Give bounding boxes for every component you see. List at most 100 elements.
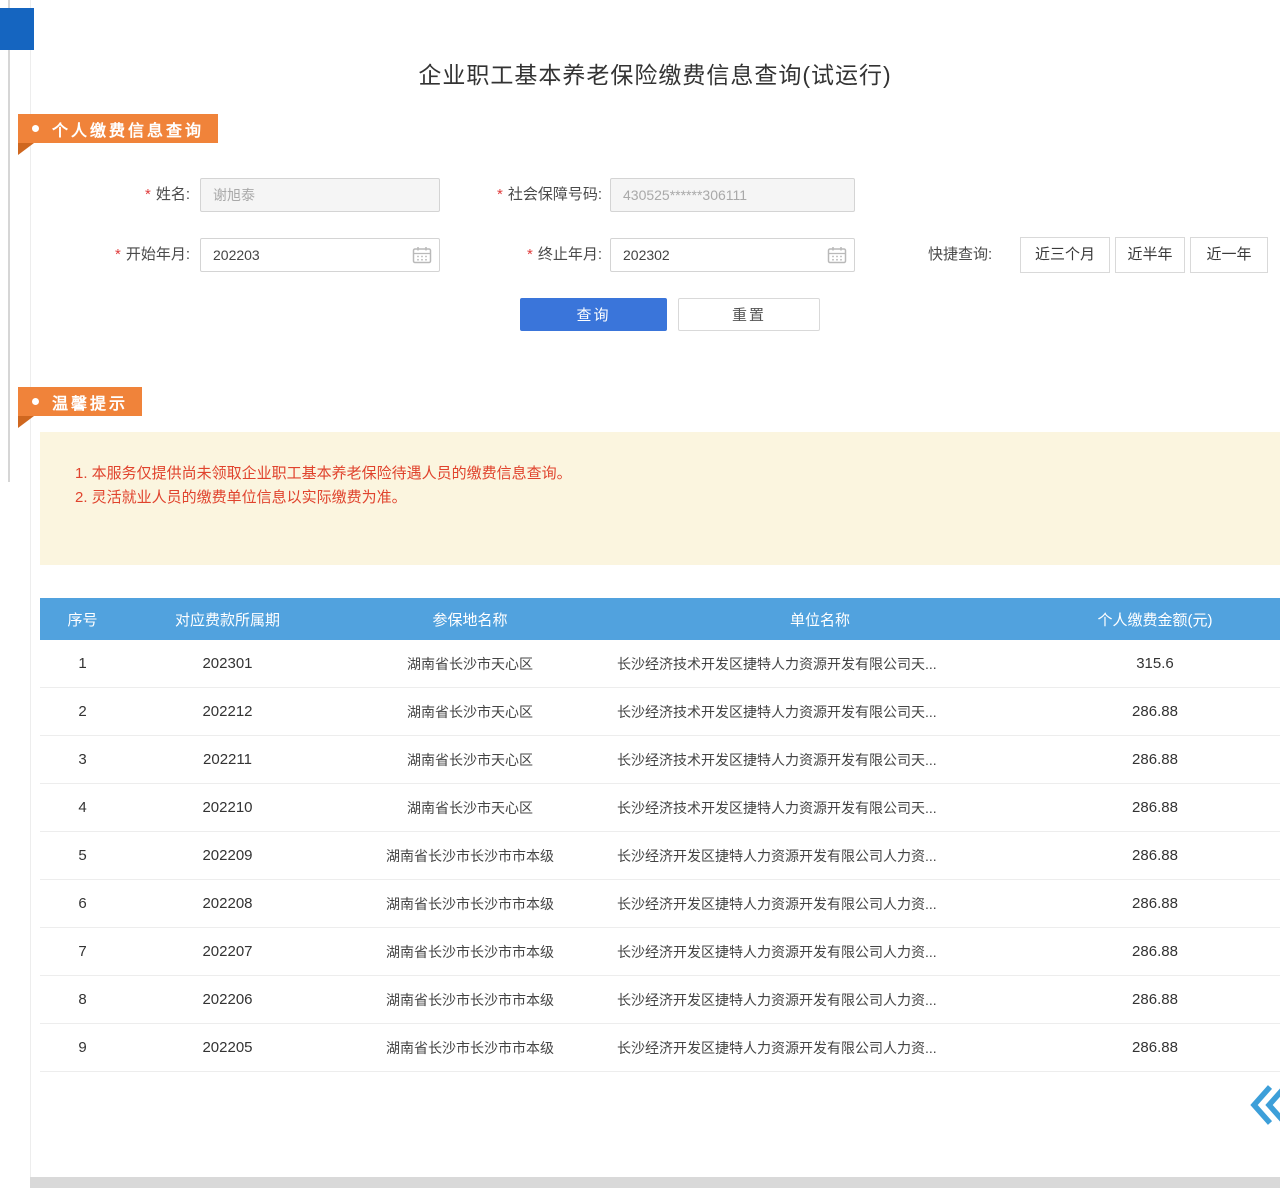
left-blue-tab bbox=[0, 8, 34, 50]
required-asterisk: * bbox=[497, 186, 503, 203]
start-month-input[interactable] bbox=[200, 238, 440, 272]
table-cell: 286.88 bbox=[1030, 847, 1280, 864]
start-month-label: *开始年月: bbox=[60, 238, 190, 272]
ssn-field bbox=[610, 178, 855, 212]
bottom-scroll-bar[interactable] bbox=[30, 1177, 1280, 1188]
table-cell: 长沙经济技术开发区捷特人力资源开发有限公司天... bbox=[610, 798, 1030, 818]
panel-left-border bbox=[30, 0, 31, 1188]
required-asterisk: * bbox=[115, 246, 121, 263]
table-row: 3202211湖南省长沙市天心区长沙经济技术开发区捷特人力资源开发有限公司天..… bbox=[40, 736, 1280, 784]
table-cell: 286.88 bbox=[1030, 1039, 1280, 1056]
calendar-icon[interactable] bbox=[827, 246, 847, 264]
table-cell: 湖南省长沙市天心区 bbox=[330, 750, 610, 770]
table-cell: 6 bbox=[40, 895, 125, 912]
quick-btn-last-3-months[interactable]: 近三个月 bbox=[1020, 237, 1110, 273]
table-cell: 长沙经济开发区捷特人力资源开发有限公司人力资... bbox=[610, 990, 1030, 1010]
table-cell: 2 bbox=[40, 703, 125, 720]
section-badge-personal-query: 个人缴费信息查询 bbox=[18, 114, 218, 143]
table-cell: 286.88 bbox=[1030, 751, 1280, 768]
ribbon-fold bbox=[18, 416, 34, 428]
table-cell: 202211 bbox=[125, 751, 330, 768]
table-cell: 湖南省长沙市天心区 bbox=[330, 702, 610, 722]
table-cell: 202208 bbox=[125, 895, 330, 912]
table-cell: 长沙经济开发区捷特人力资源开发有限公司人力资... bbox=[610, 942, 1030, 962]
name-label: *姓名: bbox=[60, 178, 190, 212]
notice-line-1: 1. 本服务仅提供尚未领取企业职工基本养老保险待遇人员的缴费信息查询。 bbox=[75, 462, 572, 486]
required-asterisk: * bbox=[145, 186, 151, 203]
calendar-icon[interactable] bbox=[412, 246, 432, 264]
table-cell: 长沙经济开发区捷特人力资源开发有限公司人力资... bbox=[610, 1038, 1030, 1058]
header-seq: 序号 bbox=[40, 609, 125, 630]
collapse-chevron-icon[interactable] bbox=[1248, 1082, 1280, 1128]
table-row: 5202209湖南省长沙市长沙市市本级长沙经济开发区捷特人力资源开发有限公司人力… bbox=[40, 832, 1280, 880]
table-cell: 湖南省长沙市长沙市市本级 bbox=[330, 894, 610, 914]
page-title: 企业职工基本养老保险缴费信息查询(试运行) bbox=[30, 56, 1280, 90]
header-region: 参保地名称 bbox=[330, 609, 610, 630]
table-cell: 286.88 bbox=[1030, 703, 1280, 720]
table-cell: 9 bbox=[40, 1039, 125, 1056]
table-cell: 长沙经济技术开发区捷特人力资源开发有限公司天... bbox=[610, 654, 1030, 674]
section-badge-label: 温馨提示 bbox=[52, 390, 128, 414]
table-cell: 8 bbox=[40, 991, 125, 1008]
left-divider-line bbox=[8, 0, 10, 482]
table-cell: 7 bbox=[40, 943, 125, 960]
table-body: 1202301湖南省长沙市天心区长沙经济技术开发区捷特人力资源开发有限公司天..… bbox=[40, 640, 1280, 1072]
table-row: 1202301湖南省长沙市天心区长沙经济技术开发区捷特人力资源开发有限公司天..… bbox=[40, 640, 1280, 688]
table-cell: 湖南省长沙市长沙市市本级 bbox=[330, 846, 610, 866]
end-month-input[interactable] bbox=[610, 238, 855, 272]
table-cell: 202301 bbox=[125, 655, 330, 672]
table-row: 9202205湖南省长沙市长沙市市本级长沙经济开发区捷特人力资源开发有限公司人力… bbox=[40, 1024, 1280, 1072]
quick-query-label: 快捷查询: bbox=[928, 238, 992, 272]
bullet-dot-icon bbox=[32, 398, 39, 405]
ribbon-fold bbox=[18, 143, 34, 155]
reset-button[interactable]: 重置 bbox=[678, 298, 820, 331]
table-cell: 湖南省长沙市天心区 bbox=[330, 798, 610, 818]
end-month-label: *终止年月: bbox=[450, 238, 602, 272]
bullet-dot-icon bbox=[32, 125, 39, 132]
notice-box: 1. 本服务仅提供尚未领取企业职工基本养老保险待遇人员的缴费信息查询。 2. 灵… bbox=[40, 432, 1280, 565]
table-row: 6202208湖南省长沙市长沙市市本级长沙经济开发区捷特人力资源开发有限公司人力… bbox=[40, 880, 1280, 928]
table-cell: 202209 bbox=[125, 847, 330, 864]
table-cell: 286.88 bbox=[1030, 799, 1280, 816]
table-cell: 湖南省长沙市长沙市市本级 bbox=[330, 1038, 610, 1058]
payment-table: 序号 对应费款所属期 参保地名称 单位名称 个人缴费金额(元) 1202301湖… bbox=[40, 598, 1280, 1072]
table-row: 8202206湖南省长沙市长沙市市本级长沙经济开发区捷特人力资源开发有限公司人力… bbox=[40, 976, 1280, 1024]
notice-line-2: 2. 灵活就业人员的缴费单位信息以实际缴费为准。 bbox=[75, 486, 572, 510]
header-company: 单位名称 bbox=[610, 609, 1030, 630]
table-header-row: 序号 对应费款所属期 参保地名称 单位名称 个人缴费金额(元) bbox=[40, 598, 1280, 640]
table-row: 7202207湖南省长沙市长沙市市本级长沙经济开发区捷特人力资源开发有限公司人力… bbox=[40, 928, 1280, 976]
header-period: 对应费款所属期 bbox=[125, 609, 330, 630]
table-cell: 湖南省长沙市长沙市市本级 bbox=[330, 990, 610, 1010]
query-button[interactable]: 查询 bbox=[520, 298, 667, 331]
table-cell: 286.88 bbox=[1030, 943, 1280, 960]
table-cell: 长沙经济技术开发区捷特人力资源开发有限公司天... bbox=[610, 750, 1030, 770]
section-badge-label: 个人缴费信息查询 bbox=[52, 117, 204, 141]
header-amount: 个人缴费金额(元) bbox=[1030, 609, 1280, 630]
table-cell: 202212 bbox=[125, 703, 330, 720]
table-cell: 202210 bbox=[125, 799, 330, 816]
table-cell: 286.88 bbox=[1030, 991, 1280, 1008]
table-cell: 长沙经济技术开发区捷特人力资源开发有限公司天... bbox=[610, 702, 1030, 722]
start-month-picker[interactable] bbox=[200, 238, 440, 272]
table-cell: 4 bbox=[40, 799, 125, 816]
table-row: 2202212湖南省长沙市天心区长沙经济技术开发区捷特人力资源开发有限公司天..… bbox=[40, 688, 1280, 736]
ssn-label: *社会保障号码: bbox=[450, 178, 602, 212]
table-cell: 1 bbox=[40, 655, 125, 672]
table-cell: 286.88 bbox=[1030, 895, 1280, 912]
table-cell: 315.6 bbox=[1030, 655, 1280, 672]
table-cell: 长沙经济开发区捷特人力资源开发有限公司人力资... bbox=[610, 894, 1030, 914]
table-row: 4202210湖南省长沙市天心区长沙经济技术开发区捷特人力资源开发有限公司天..… bbox=[40, 784, 1280, 832]
table-cell: 湖南省长沙市天心区 bbox=[330, 654, 610, 674]
notice-text: 1. 本服务仅提供尚未领取企业职工基本养老保险待遇人员的缴费信息查询。 2. 灵… bbox=[75, 462, 572, 510]
table-cell: 202206 bbox=[125, 991, 330, 1008]
required-asterisk: * bbox=[527, 246, 533, 263]
section-badge-tips: 温馨提示 bbox=[18, 387, 142, 416]
quick-btn-last-half-year[interactable]: 近半年 bbox=[1115, 237, 1185, 273]
table-cell: 湖南省长沙市长沙市市本级 bbox=[330, 942, 610, 962]
name-field bbox=[200, 178, 440, 212]
table-cell: 202205 bbox=[125, 1039, 330, 1056]
table-cell: 202207 bbox=[125, 943, 330, 960]
table-cell: 3 bbox=[40, 751, 125, 768]
quick-btn-last-year[interactable]: 近一年 bbox=[1190, 237, 1268, 273]
end-month-picker[interactable] bbox=[610, 238, 855, 272]
